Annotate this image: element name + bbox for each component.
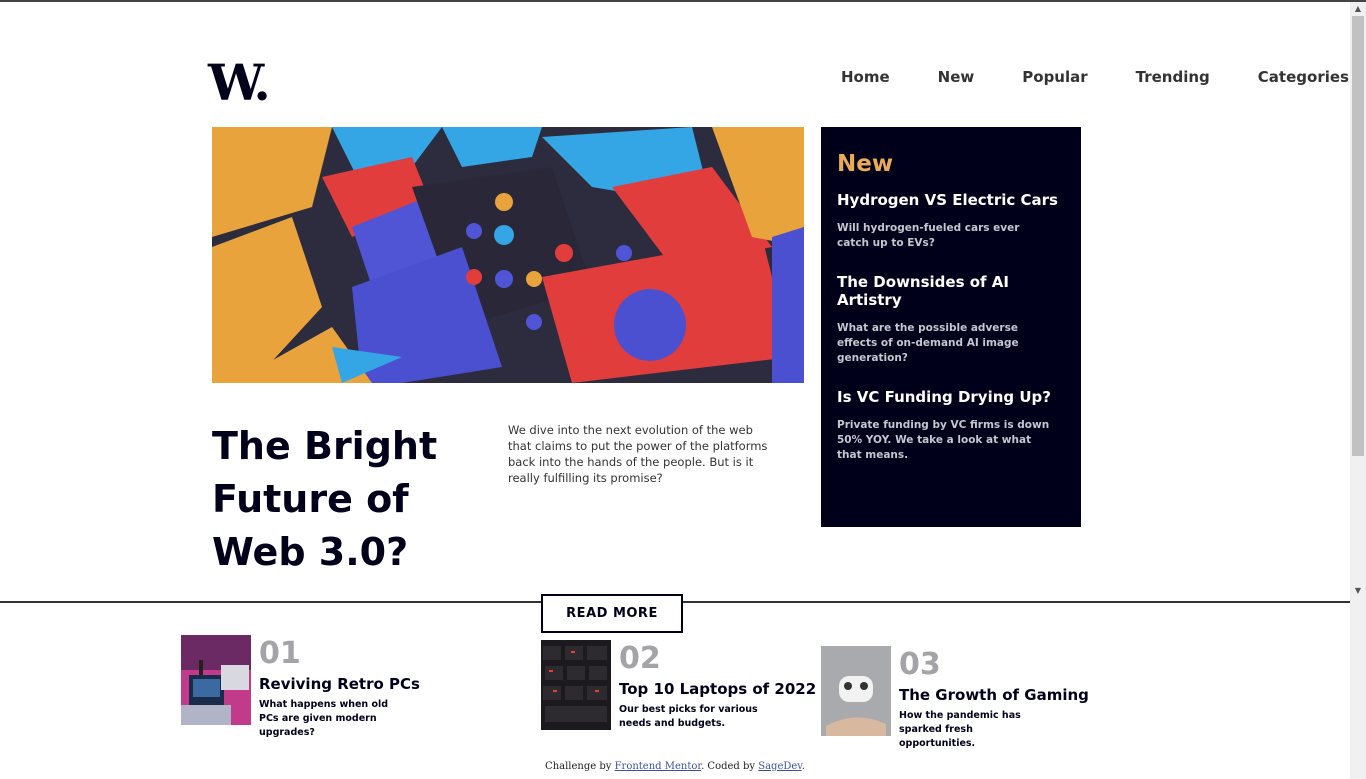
hero-image <box>212 127 804 383</box>
read-more-button[interactable]: READ MORE <box>541 594 683 633</box>
footer-middle: . Coded by <box>701 761 759 772</box>
new-articles-panel: New Hydrogen VS Electric Cars Will hydro… <box>821 127 1081 527</box>
nav-new[interactable]: New <box>938 68 975 86</box>
new-item[interactable]: The Downsides of AI Artistry What are th… <box>837 273 1065 366</box>
footer-prefix: Challenge by <box>545 761 615 772</box>
new-item-title[interactable]: Is VC Funding Drying Up? <box>837 388 1065 406</box>
new-item-text: What are the possible adverse effects of… <box>837 322 1019 364</box>
new-item-title[interactable]: Hydrogen VS Electric Cars <box>837 191 1065 209</box>
footer-suffix: . <box>801 761 805 772</box>
article-card[interactable]: 02 Top 10 Laptops of 2022 Our best picks… <box>541 640 816 731</box>
window-top-border <box>0 0 1366 2</box>
sagedev-link[interactable]: SageDev <box>758 761 802 772</box>
article-card[interactable]: 03 The Growth of Gaming How the pandemic… <box>821 646 1089 751</box>
gaming-controller-thumbnail[interactable] <box>821 646 891 736</box>
site-logo[interactable]: W. <box>208 58 271 108</box>
attribution-footer: Challenge by Frontend Mentor. Coded by S… <box>0 761 1350 772</box>
scroll-up-icon[interactable]: ▲ <box>1350 2 1366 16</box>
new-item[interactable]: Hydrogen VS Electric Cars Will hydrogen-… <box>837 191 1065 251</box>
new-item-text: Private funding by VC firms is down 50% … <box>837 419 1050 461</box>
article-number: 03 <box>899 647 941 682</box>
article-number: 02 <box>619 641 661 676</box>
article-title[interactable]: The Growth of Gaming <box>899 686 1089 704</box>
scroll-down-icon[interactable]: ▼ <box>1350 584 1366 598</box>
laptop-keyboard-thumbnail[interactable] <box>541 640 611 730</box>
article-card[interactable]: 01 Reviving Retro PCs What happens when … <box>181 635 420 740</box>
new-item-text: Will hydrogen-fueled cars ever catch up … <box>837 222 1020 249</box>
retro-pc-thumbnail[interactable] <box>181 635 251 725</box>
frontend-mentor-link[interactable]: Frontend Mentor <box>615 761 701 772</box>
new-item[interactable]: Is VC Funding Drying Up? Private funding… <box>837 388 1065 463</box>
hero-description: We dive into the next evolution of the w… <box>508 423 768 485</box>
main-nav: Home New Popular Trending Categories <box>841 68 1349 86</box>
article-text: How the pandemic has sparked fresh oppor… <box>899 710 1021 749</box>
article-text: What happens when old PCs are given mode… <box>259 699 389 738</box>
article-title[interactable]: Reviving Retro PCs <box>259 675 420 693</box>
scrollbar-thumb[interactable] <box>1352 16 1364 456</box>
article-title[interactable]: Top 10 Laptops of 2022 <box>619 680 816 698</box>
nav-popular[interactable]: Popular <box>1022 68 1087 86</box>
article-text: Our best picks for various needs and bud… <box>619 704 758 729</box>
new-heading: New <box>837 151 894 177</box>
nav-trending[interactable]: Trending <box>1136 68 1210 86</box>
hero-title: The Bright Future of Web 3.0? <box>212 424 438 574</box>
vertical-scrollbar[interactable]: ▲ ▼ <box>1350 2 1366 779</box>
article-number: 01 <box>259 636 301 671</box>
nav-home[interactable]: Home <box>841 68 890 86</box>
nav-categories[interactable]: Categories <box>1258 68 1349 86</box>
new-item-title[interactable]: The Downsides of AI Artistry <box>837 273 1065 309</box>
